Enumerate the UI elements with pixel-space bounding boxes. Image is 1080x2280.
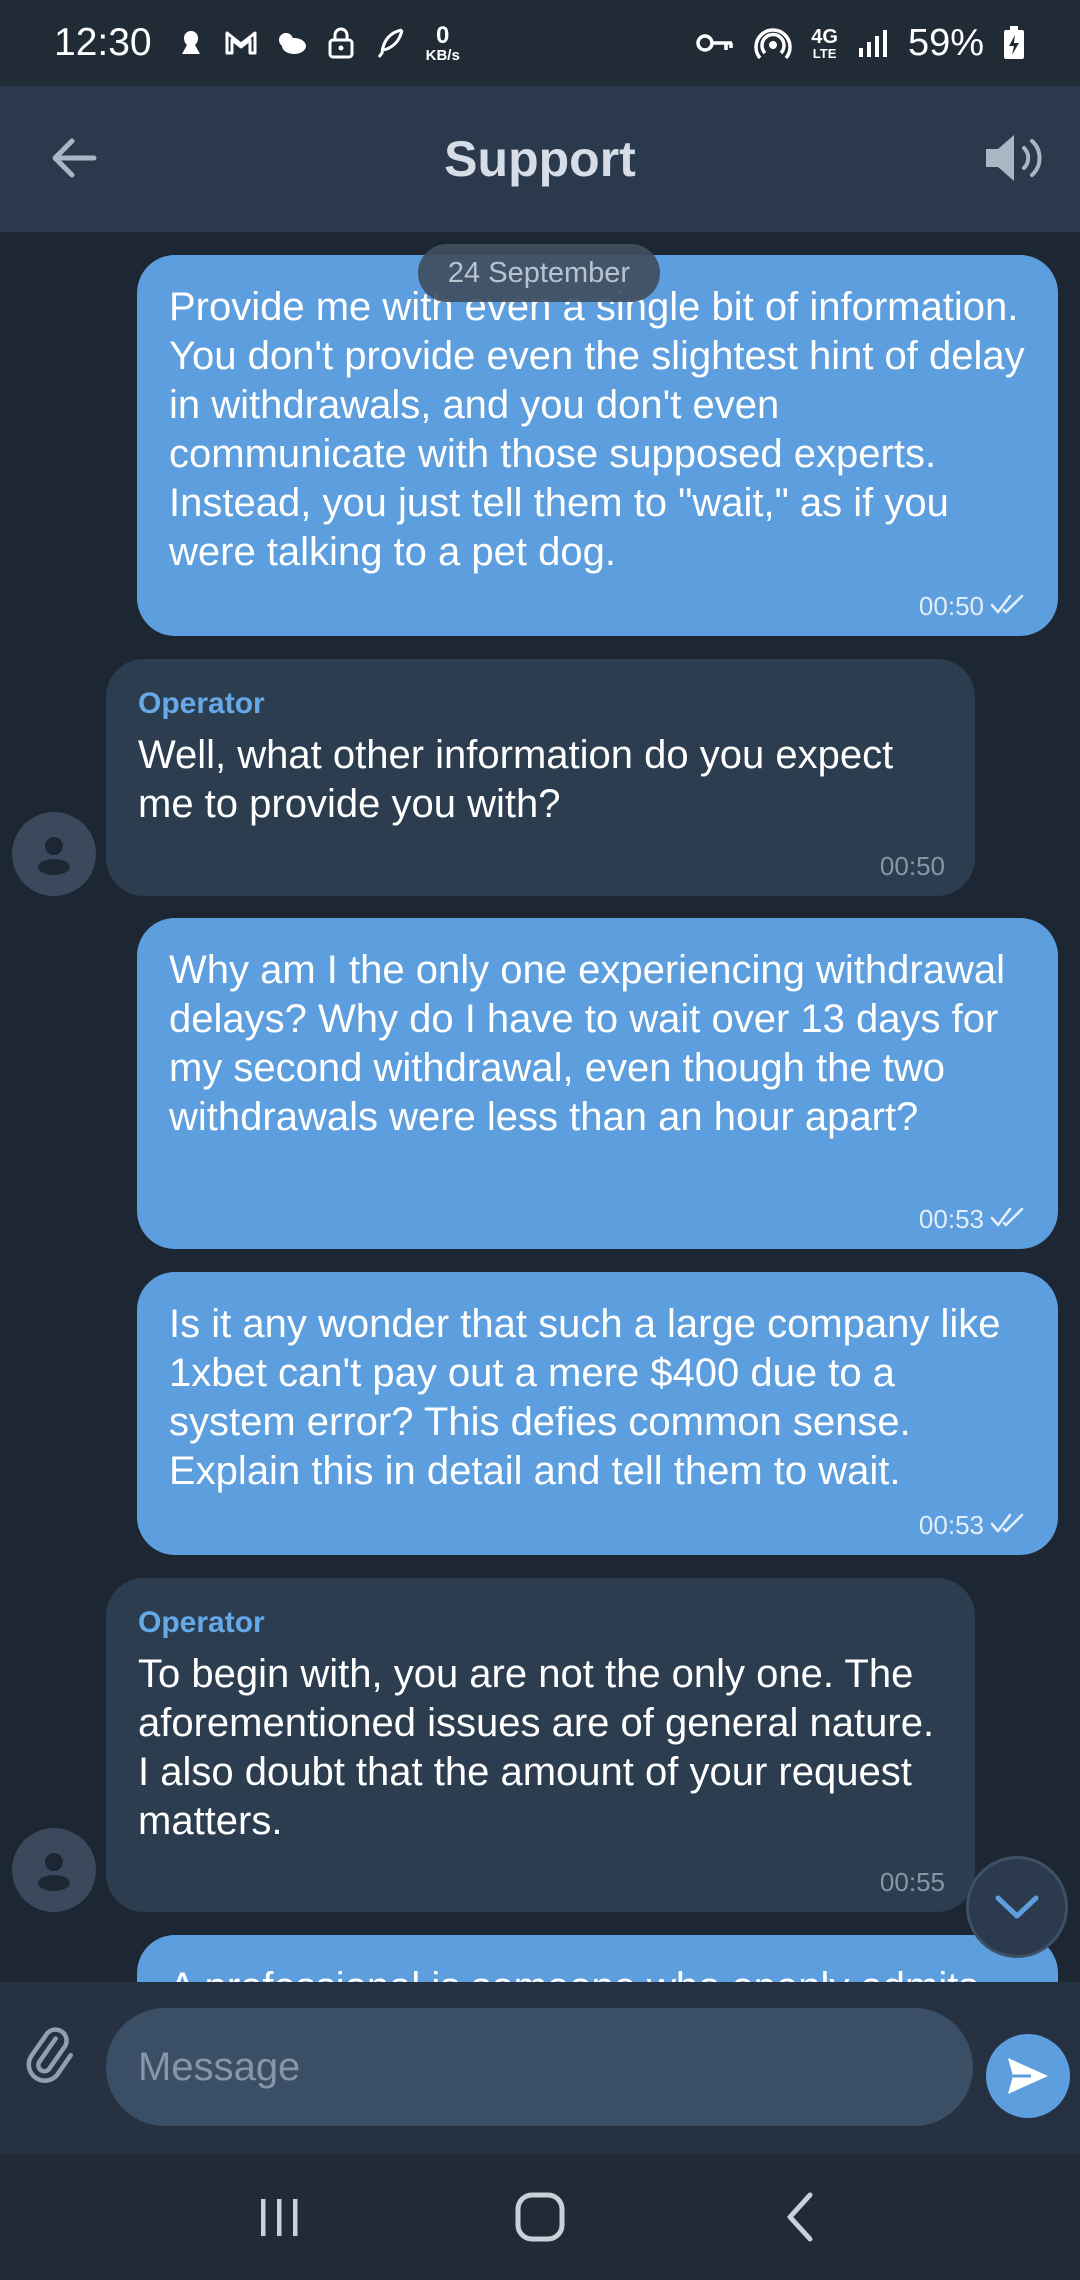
network-type-label: 4G bbox=[811, 25, 838, 48]
send-button[interactable] bbox=[986, 2034, 1070, 2118]
message-time: 00:50 bbox=[918, 591, 984, 621]
message-text: A professional is someone who openly adm… bbox=[137, 1935, 1058, 1982]
message-text: To begin with, you are not the only one.… bbox=[138, 1652, 935, 1843]
weather-icon bbox=[274, 26, 308, 60]
gmail-icon bbox=[224, 26, 258, 60]
paperclip-icon[interactable] bbox=[18, 2022, 80, 2084]
system-navigation-bar bbox=[0, 2154, 1080, 2280]
speaker-icon[interactable] bbox=[980, 128, 1046, 188]
incoming-message[interactable]: Operator Well, what other information do… bbox=[106, 659, 975, 896]
message-list[interactable]: Provide me with even a single bit of inf… bbox=[0, 232, 1080, 1982]
message-meta: 00:50 bbox=[919, 591, 1028, 622]
home-icon bbox=[515, 2192, 565, 2242]
message-meta: 00:50 bbox=[880, 851, 945, 882]
outgoing-message[interactable]: Is it any wonder that such a large compa… bbox=[137, 1272, 1058, 1555]
double-check-icon bbox=[990, 591, 1028, 622]
lock-icon bbox=[324, 26, 358, 60]
double-check-icon bbox=[990, 1510, 1028, 1541]
message-time: 00:53 bbox=[918, 1510, 984, 1540]
signal-icon bbox=[856, 26, 890, 60]
back-chevron-icon bbox=[787, 2192, 813, 2242]
message-time: 00:53 bbox=[918, 1204, 984, 1234]
network-speed-value: 0 bbox=[436, 21, 450, 49]
network-speed: 0 KB/s bbox=[425, 21, 460, 64]
recent-apps-icon bbox=[261, 2199, 298, 2236]
home-button[interactable] bbox=[505, 2182, 575, 2252]
sender-name[interactable]: Operator bbox=[106, 659, 975, 721]
user-icon bbox=[38, 1853, 70, 1891]
notification-icons: 0 KB/s bbox=[174, 21, 460, 64]
recent-apps-button[interactable] bbox=[245, 2182, 315, 2252]
status-bar: 12:30 0 KB/s 4G LTE 59% bbox=[0, 0, 1080, 86]
outgoing-message[interactable]: Provide me with even a single bit of inf… bbox=[137, 255, 1058, 636]
hotspot-icon bbox=[753, 26, 793, 60]
network-speed-unit: KB/s bbox=[425, 46, 460, 64]
outgoing-message[interactable]: Why am I the only one experiencing withd… bbox=[137, 918, 1058, 1249]
operator-avatar[interactable] bbox=[12, 1828, 96, 1912]
outgoing-message[interactable]: A professional is someone who openly adm… bbox=[137, 1935, 1058, 1982]
chevron-down-icon bbox=[995, 1895, 1039, 1919]
message-text: Is it any wonder that such a large compa… bbox=[169, 1302, 1001, 1493]
back-button[interactable] bbox=[765, 2182, 835, 2252]
network-type: 4G LTE bbox=[811, 27, 838, 60]
chat-title[interactable]: Support bbox=[444, 130, 636, 188]
network-type-sublabel: LTE bbox=[812, 45, 837, 61]
double-check-icon bbox=[990, 1204, 1028, 1235]
message-text: Provide me with even a single bit of inf… bbox=[169, 285, 1025, 574]
operator-avatar[interactable] bbox=[12, 812, 96, 896]
user-icon bbox=[38, 837, 70, 875]
back-arrow-icon[interactable] bbox=[44, 128, 104, 188]
system-icons: 4G LTE 59% bbox=[695, 22, 1026, 65]
message-meta: 00:55 bbox=[880, 1867, 945, 1898]
incoming-message[interactable]: Operator To begin with, you are not the … bbox=[106, 1578, 975, 1912]
message-input[interactable] bbox=[106, 2008, 973, 2126]
scroll-to-bottom-button[interactable] bbox=[966, 1856, 1068, 1958]
message-meta: 00:53 bbox=[919, 1510, 1028, 1541]
status-time: 12:30 bbox=[54, 21, 152, 64]
message-time: 00:55 bbox=[879, 1867, 945, 1897]
send-icon bbox=[1008, 2058, 1048, 2094]
sender-name[interactable]: Operator bbox=[106, 1578, 975, 1640]
battery-percent: 59% bbox=[907, 21, 984, 64]
bird-icon bbox=[174, 26, 208, 60]
message-text: Why am I the only one experiencing withd… bbox=[169, 948, 1005, 1139]
vpn-key-icon bbox=[695, 26, 735, 60]
chat-header: Support bbox=[0, 86, 1080, 232]
feather-icon bbox=[374, 26, 408, 60]
message-composer bbox=[0, 1982, 1080, 2154]
message-meta: 00:53 bbox=[919, 1204, 1028, 1235]
message-text: Well, what other information do you expe… bbox=[138, 733, 894, 826]
message-time: 00:50 bbox=[879, 851, 945, 881]
battery-charging-icon bbox=[1002, 26, 1026, 60]
date-separator: 24 September bbox=[418, 244, 660, 302]
